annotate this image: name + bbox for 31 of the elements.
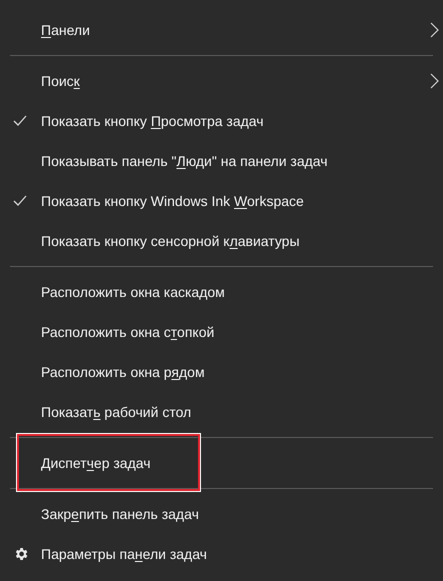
menu-item-label: Расположить окна рядом [41,362,205,382]
menu-item-label: Расположить окна каскадом [41,282,225,302]
menu-item[interactable]: Показать кнопку Windows Ink Workspace [0,181,443,221]
menu-item[interactable]: Показать кнопку сенсорной клавиатуры [0,221,443,261]
menu-item-label: Показать кнопку сенсорной клавиатуры [41,232,300,251]
menu-item[interactable]: Расположить окна рядом [0,352,443,392]
menu-item[interactable]: Показать рабочий стол [0,392,443,432]
menu-item-label: Расположить окна стопкой [41,322,214,342]
chevron-right-icon [430,22,439,38]
menu-item-label: Панели [41,20,90,40]
menu-item-label: Закрепить панель задач [41,504,199,524]
menu-item-label: Показать рабочий стол [41,402,192,422]
menu-item-label: Параметры панели задач [41,544,207,564]
menu-item-label: Показать кнопку Windows Ink Workspace [41,192,304,211]
menu-item[interactable]: Диспетчер задач [0,443,443,483]
menu-item-label: Диспетчер задач [41,454,151,473]
checkmark-icon [13,195,27,206]
menu-item-label: Показать кнопку Просмотра задач [41,112,264,131]
menu-item[interactable]: Параметры панели задач [0,534,443,574]
menu-item[interactable]: Закрепить панель задач [0,494,443,534]
menu-item[interactable]: Расположить окна каскадом [0,272,443,312]
menu-item[interactable]: Панели [0,10,443,50]
menu-item[interactable]: Расположить окна стопкой [0,312,443,352]
menu-item[interactable]: Показывать панель "Люди" на панели задач [0,141,443,181]
menu-item-label: Показывать панель "Люди" на панели задач [41,152,328,171]
menu-item[interactable]: Показать кнопку Просмотра задач [0,101,443,141]
menu-item-label: Поиск [41,72,80,90]
chevron-right-icon [430,73,439,89]
settings-icon [13,546,29,562]
checkmark-icon [13,115,27,126]
menu-item[interactable]: Поиск [0,61,443,101]
